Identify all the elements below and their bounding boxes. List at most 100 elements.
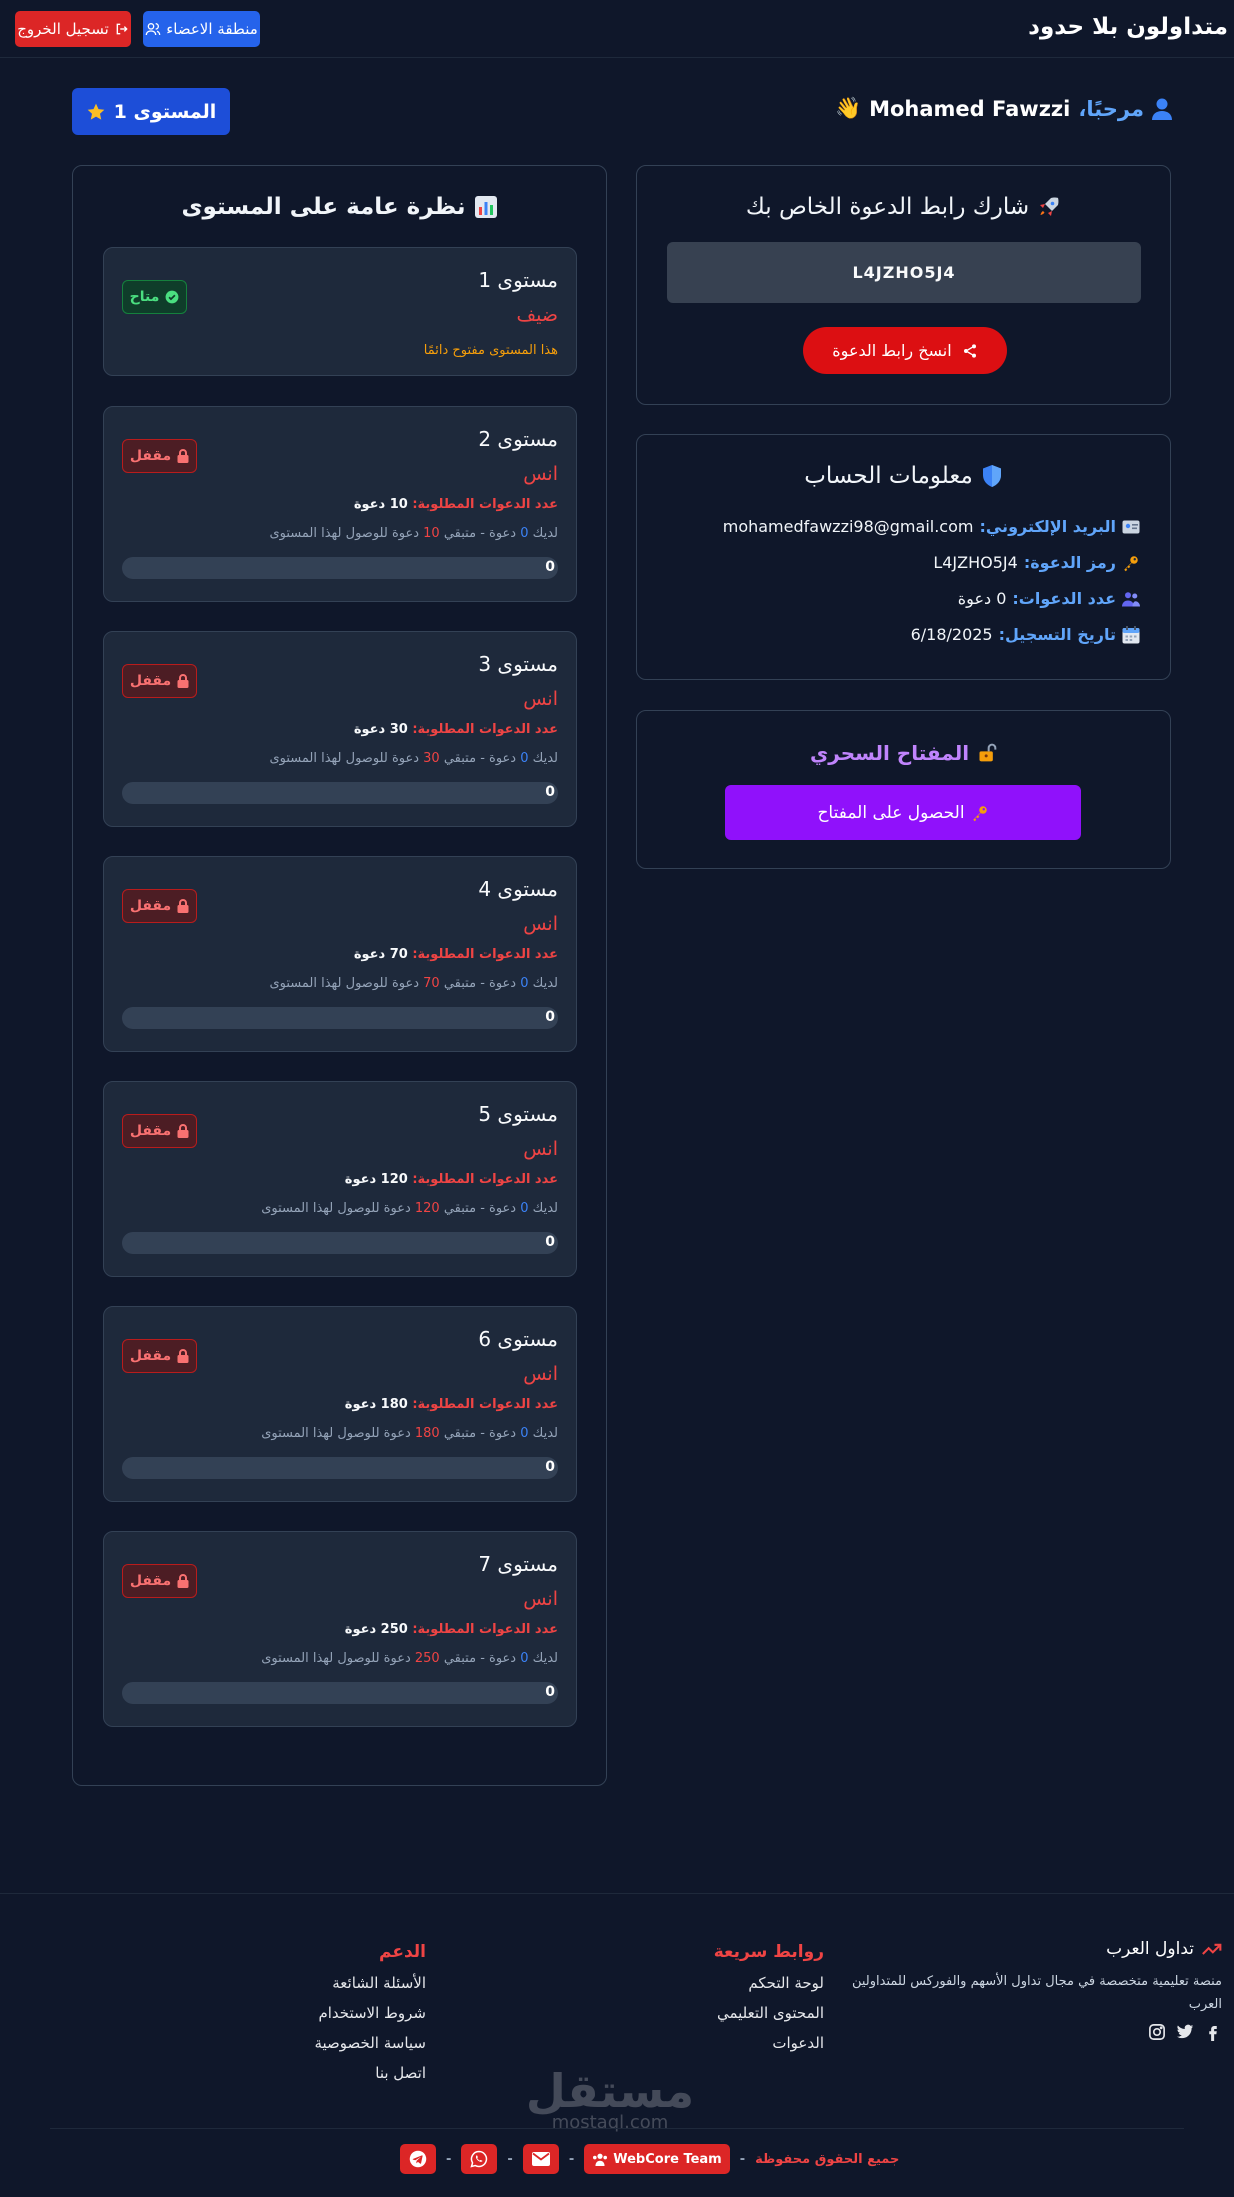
level-card: مستوى 5 انس عدد الدعوات المطلوبة: 120 دع… <box>103 1081 577 1277</box>
current-invites: 0 <box>520 1201 529 1216</box>
remaining-suffix: دعوة للوصول لهذا المستوى <box>261 1426 415 1441</box>
remaining-suffix: دعوة للوصول لهذا المستوى <box>269 976 424 991</box>
invite-code-field[interactable]: L4JZHO5J4 <box>667 242 1141 303</box>
level-role: انس <box>523 1138 558 1160</box>
status-label: مقفل <box>129 1348 172 1364</box>
requirement-label: عدد الدعوات المطلوبة: <box>412 722 558 737</box>
account-info-panel: معلومات الحساب البريد الإلكتروني: mohame… <box>636 434 1171 680</box>
invites-count-label: عدد الدعوات: <box>1012 589 1116 608</box>
level-card: مستوى 1 ضيف هذا المستوى مفتوح دائمًا متا… <box>103 247 577 376</box>
current-invites: 0 <box>520 1651 529 1666</box>
progress-bar: 0 <box>122 782 558 804</box>
level-remaining: لديك 0 دعوة - متبقي 120 دعوة للوصول لهذا… <box>261 1201 558 1216</box>
current-invites: 0 <box>520 751 529 766</box>
remaining-prefix: لديك <box>528 1651 558 1666</box>
level-name: مستوى 1 <box>478 268 558 292</box>
footer-link-privacy[interactable]: سياسة الخصوصية <box>314 2034 426 2052</box>
email-button[interactable] <box>522 2144 559 2174</box>
progress-bar: 0 <box>122 1232 558 1254</box>
footer-link-contact[interactable]: اتصل بنا <box>314 2064 426 2082</box>
site-brand[interactable]: متداولون بلا حدود <box>1028 14 1228 40</box>
progress-bar: 0 <box>122 1682 558 1704</box>
logout-label: تسجيل الخروج <box>17 20 109 38</box>
key-icon <box>1122 554 1140 572</box>
current-invites: 0 <box>520 976 529 991</box>
requirement-value: 120 دعوة <box>344 1172 408 1187</box>
footer-brand-description: منصة تعليمية متخصصة في مجال تداول الأسهم… <box>851 1974 1222 2012</box>
footer-link-dashboard[interactable]: لوحة التحكم <box>714 1974 824 1992</box>
lock-icon <box>177 1574 189 1588</box>
level-requirement: عدد الدعوات المطلوبة: 250 دعوة <box>345 1622 558 1637</box>
email-row: البريد الإلكتروني: mohamedfawzzi98@gmail… <box>723 517 1140 536</box>
remaining-prefix: لديك <box>528 1426 558 1441</box>
twitter-icon[interactable] <box>1176 2023 1194 2041</box>
account-panel-title: معلومات الحساب <box>637 463 1170 489</box>
current-invites: 0 <box>520 1426 529 1441</box>
status-badge: مقفل <box>122 1564 197 1598</box>
star-icon <box>86 102 106 122</box>
separator: - <box>507 2151 513 2167</box>
remaining-mid: دعوة - متبقي <box>439 1651 521 1666</box>
footer-link-terms[interactable]: شروط الاستخدام <box>314 2004 426 2022</box>
level-overview-title: نظرة عامة على المستوى <box>73 194 606 220</box>
facebook-icon[interactable] <box>1204 2023 1222 2041</box>
quick-links-title: روابط سريعة <box>713 1942 824 1962</box>
shield-icon <box>981 464 1003 488</box>
level-name: مستوى 5 <box>478 1102 558 1126</box>
requirement-label: عدد الدعوات المطلوبة: <box>412 1172 558 1187</box>
logout-icon <box>115 22 129 36</box>
level-card: مستوى 7 انس عدد الدعوات المطلوبة: 250 دع… <box>103 1531 577 1727</box>
progress-value: 0 <box>545 1684 555 1700</box>
progress-value: 0 <box>545 784 555 800</box>
footer-link-invitations[interactable]: الدعوات <box>714 2034 824 2052</box>
separator: - <box>568 2151 575 2167</box>
level-overview-title-text: نظرة عامة على المستوى <box>181 194 466 220</box>
progress-bar: 0 <box>122 1457 558 1479</box>
remaining-mid: دعوة - متبقي <box>439 526 521 541</box>
people-icon <box>1122 591 1140 607</box>
progress-bar: 0 <box>122 1007 558 1029</box>
lock-icon <box>177 449 189 463</box>
telegram-button[interactable] <box>400 2144 436 2174</box>
check-circle-icon <box>165 290 179 304</box>
registration-date-value: 6/18/2025 <box>910 625 993 644</box>
invite-code-label: رمز الدعوة: <box>1023 553 1116 572</box>
unlock-icon <box>977 743 997 763</box>
level-card: مستوى 2 انس عدد الدعوات المطلوبة: 10 دعو… <box>103 406 577 602</box>
level-role: ضيف <box>516 304 558 326</box>
copy-invite-link-button[interactable]: انسخ رابط الدعوة <box>803 327 1007 374</box>
invites-count-value: 0 دعوة <box>957 589 1007 608</box>
remaining-invites: 70 <box>423 976 440 991</box>
requirement-label: عدد الدعوات المطلوبة: <box>412 1397 558 1412</box>
level-remaining: لديك 0 دعوة - متبقي 70 دعوة للوصول لهذا … <box>269 976 558 991</box>
remaining-invites: 250 <box>414 1651 440 1666</box>
get-key-button[interactable]: الحصول على المفتاح <box>725 785 1081 840</box>
level-name: مستوى 4 <box>478 877 558 901</box>
footer-link-content[interactable]: المحتوى التعليمي <box>714 2004 824 2022</box>
social-links <box>1148 2023 1222 2041</box>
current-invites: 0 <box>520 526 529 541</box>
remaining-prefix: لديك <box>528 976 558 991</box>
quick-links-column: روابط سريعة لوحة التحكم المحتوى التعليمي… <box>714 1942 824 2064</box>
trending-up-icon <box>1202 1942 1222 1956</box>
lock-icon <box>177 899 189 913</box>
calendar-icon <box>1122 625 1140 644</box>
members-area-button[interactable]: منطقة الاعضاء <box>143 11 260 47</box>
footer-brand: تداول العرب منصة تعليمية متخصصة في مجال … <box>842 1939 1222 2016</box>
requirement-value: 10 دعوة <box>353 497 408 512</box>
level-remaining: لديك 0 دعوة - متبقي 30 دعوة للوصول لهذا … <box>269 751 558 766</box>
support-column: الدعم الأسئلة الشائعة شروط الاستخدام سيا… <box>314 1942 426 2094</box>
whatsapp-button[interactable] <box>461 2144 498 2174</box>
level-requirement: عدد الدعوات المطلوبة: 10 دعوة <box>354 497 558 512</box>
footer-brand-name: تداول العرب <box>1106 1939 1194 1959</box>
level-remaining: لديك 0 دعوة - متبقي 180 دعوة للوصول لهذا… <box>261 1426 558 1441</box>
bar-chart-icon <box>474 195 498 219</box>
footer-link-faq[interactable]: الأسئلة الشائعة <box>314 1974 426 1992</box>
requirement-label: عدد الدعوات المطلوبة: <box>412 947 558 962</box>
instagram-icon[interactable] <box>1148 2023 1166 2041</box>
logout-button[interactable]: تسجيل الخروج <box>15 11 131 47</box>
team-badge[interactable]: WebCore Team <box>584 2144 730 2174</box>
level-name: مستوى 2 <box>478 427 558 451</box>
magic-key-panel: المفتاح السحري الحصول على المفتاح <box>636 710 1171 869</box>
requirement-label: عدد الدعوات المطلوبة: <box>412 497 558 512</box>
